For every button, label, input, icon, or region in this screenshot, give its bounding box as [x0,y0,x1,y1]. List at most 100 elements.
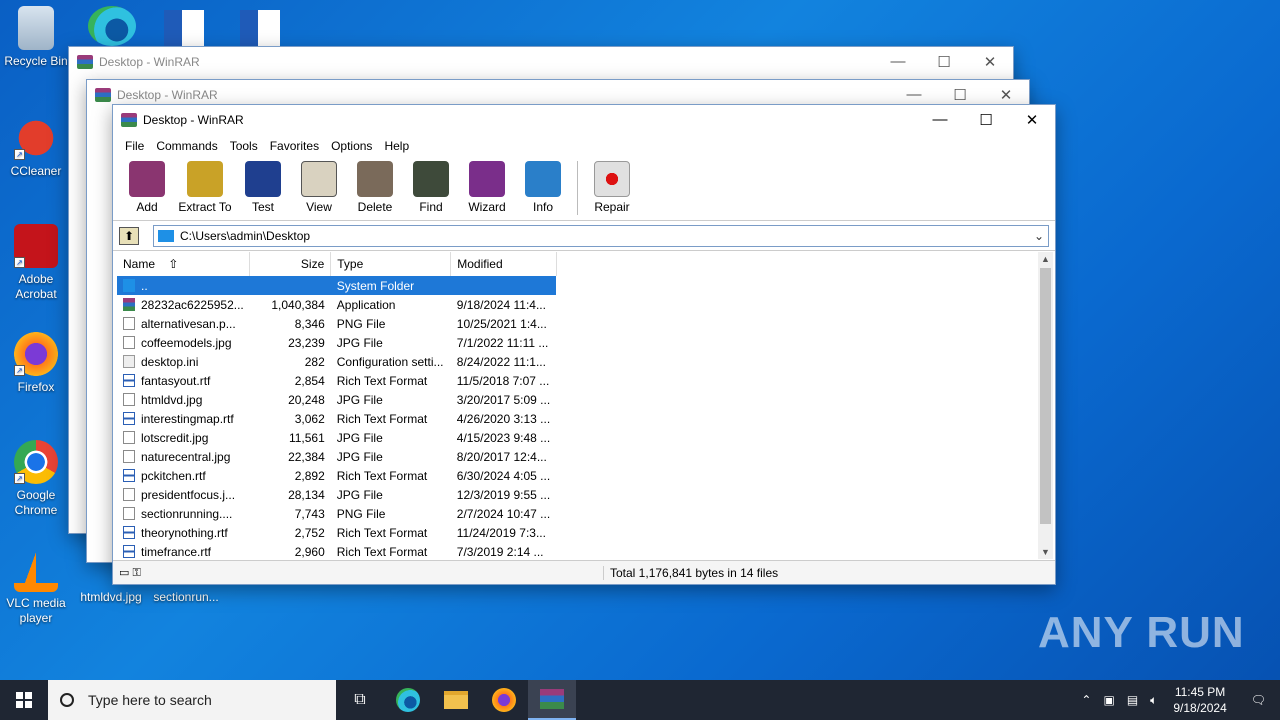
up-folder-button[interactable]: ⬆ [119,226,139,245]
path-text: C:\Users\admin\Desktop [180,228,311,243]
menu-file[interactable]: File [119,139,150,153]
edge-desktop-icon[interactable] [88,6,136,46]
status-text: Total 1,176,841 bytes in 14 files [603,565,778,580]
close-button[interactable]: ✕ [967,53,1013,71]
table-row[interactable]: desktop.ini 282 Configuration setti... 8/24… [117,352,556,371]
desktop-icon-vlc[interactable]: VLC media player [0,548,72,626]
network-icon[interactable]: ▣ [1097,693,1120,707]
button-label: View [306,200,332,214]
desktop-icon-ccleaner[interactable]: ↗ CCleaner [0,116,72,179]
scroll-up-arrow-icon[interactable]: ▲ [1038,254,1053,264]
column-header-name[interactable]: Name ⇧ [117,252,251,276]
wizard-button[interactable]: Wizard [459,161,515,214]
winrar-main-window[interactable]: Desktop - WinRAR — ☐ ✕ File Commands Tools… [112,104,1056,585]
table-row[interactable]: coffeemodels.jpg 23,239 JPG File 7/1/2022 1… [117,333,556,352]
button-label: Wizard [468,200,506,214]
title-bar[interactable]: Desktop - WinRAR — ☐ ✕ [69,47,1013,77]
image-file-icon [123,392,135,406]
maximize-button[interactable]: ☐ [963,111,1009,129]
column-header-modified[interactable]: Modified [450,252,557,276]
firefox-icon: ↗ [14,332,58,376]
find-button[interactable]: Find [403,161,459,214]
table-row[interactable]: presidentfocus.j... 28,134 JPG File 12/3/20… [117,485,556,504]
extract-to-button[interactable]: Extract To [175,161,235,214]
winrar-icon [121,113,137,127]
delete-button[interactable]: Delete [347,161,403,214]
repair-button[interactable]: Repair [584,161,640,214]
table-row[interactable]: alternativesan.p... 8,346 PNG File 10/25/20… [117,314,556,333]
minimize-button[interactable]: — [891,86,937,104]
image-file-icon [123,487,135,501]
table-row[interactable]: naturecentral.jpg 22,384 JPG File 8/20/2017… [117,447,556,466]
menu-options[interactable]: Options [325,139,378,153]
scrollbar-thumb[interactable] [1040,268,1051,524]
taskbar-firefox[interactable] [480,680,528,720]
test-button[interactable]: Test [235,161,291,214]
maximize-button[interactable]: ☐ [921,53,967,71]
desktop-icon-label: Adobe Acrobat [15,272,57,301]
desktop-icon-google-chrome[interactable]: ↗ Google Chrome [0,440,72,518]
menu-tools[interactable]: Tools [224,139,264,153]
desktop-icon-firefox[interactable]: ↗ Firefox [0,332,72,395]
taskbar-edge[interactable] [384,680,432,720]
desktop-icon-recycle-bin[interactable]: Recycle Bin [0,6,72,69]
desktop-icon-adobe-acrobat[interactable]: ↗ Adobe Acrobat [0,224,72,302]
menu-favorites[interactable]: Favorites [264,139,325,153]
table-row[interactable]: htmldvd.jpg 20,248 JPG File 3/20/2017 5:09 … [117,390,556,409]
notification-icon[interactable]: 🗨︎ [1237,693,1280,707]
table-row[interactable]: fantasyout.rtf 2,854 Rich Text Format 11/5/… [117,371,556,390]
table-row[interactable]: 28232ac6225952... 1,040,384 Application 9/1… [117,295,556,314]
window-title: Desktop - WinRAR [117,88,218,102]
column-header-row: Name ⇧ Size Type Modified [117,252,557,276]
desktop-icon-htmldvd[interactable]: htmldvd.jpg [75,590,147,605]
table-row[interactable]: pckitchen.rtf 2,892 Rich Text Format 6/30/2… [117,466,556,485]
close-button[interactable]: ✕ [983,86,1029,104]
menu-help[interactable]: Help [378,139,415,153]
minimize-button[interactable]: — [917,111,963,129]
table-row[interactable]: interestingmap.rtf 3,062 Rich Text Format 4… [117,409,556,428]
column-header-size[interactable]: Size [249,252,332,276]
winrar-file-icon [123,297,135,311]
table-row[interactable]: sectionrunning.... 7,743 PNG File 2/7/2024 … [117,504,556,523]
volume-icon[interactable]: 🔈︎ [1144,693,1163,708]
column-header-type[interactable]: Type [330,252,452,276]
menu-commands[interactable]: Commands [150,139,223,153]
acrobat-icon: ↗ [14,224,58,268]
desktop-icon-sectionrun[interactable]: sectionrun... [150,590,222,605]
chevron-up-icon[interactable]: ⌃ [1075,693,1097,707]
word-doc-desktop-icon[interactable] [240,10,280,46]
drive-key-icons[interactable]: ▭ ⚿ [113,566,603,580]
close-button[interactable]: ✕ [1009,111,1055,129]
windows-logo-icon [16,692,32,708]
taskbar: Type here to search ⧉ ⌃ ▣ ▤ 🔈︎ 11:45 PM … [0,680,1280,720]
file-list[interactable]: Name ⇧ Size Type Modified .. System Folde… [117,252,1039,559]
clock[interactable]: 11:45 PM 9/18/2024 [1163,684,1236,716]
toolbar-separator [577,161,578,215]
table-row[interactable]: lotscredit.jpg 11,561 JPG File 4/15/2023 9:… [117,428,556,447]
taskbar-file-explorer[interactable] [432,680,480,720]
minimize-button[interactable]: — [875,53,921,71]
task-view-button[interactable]: ⧉ [336,680,384,720]
table-row[interactable]: .. System Folder [117,276,557,295]
start-button[interactable] [0,680,48,720]
window-title: Desktop - WinRAR [99,55,200,69]
taskbar-winrar[interactable] [528,680,576,720]
watermark: ANY RUN [1038,608,1245,657]
table-row[interactable]: timefrance.rtf 2,960 Rich Text Format 7/3/2… [117,542,556,559]
taskbar-search[interactable]: Type here to search [48,680,336,720]
toolbar: Add Extract To Test View Delete Find Wiz… [113,157,1055,221]
add-button[interactable]: Add [119,161,175,214]
ethernet-icon[interactable]: ▤ [1121,693,1144,707]
vertical-scrollbar[interactable]: ▲ ▼ [1038,252,1053,559]
maximize-button[interactable]: ☐ [937,86,983,104]
info-button[interactable]: Info [515,161,571,214]
image-file-icon [123,335,135,349]
window-title: Desktop - WinRAR [143,113,244,127]
table-row[interactable]: theorynothing.rtf 2,752 Rich Text Format 11… [117,523,556,542]
view-button[interactable]: View [291,161,347,214]
scroll-down-arrow-icon[interactable]: ▼ [1038,547,1053,557]
path-dropdown[interactable]: C:\Users\admin\Desktop ⌄ [153,224,1049,247]
title-bar[interactable]: Desktop - WinRAR — ☐ ✕ [113,105,1055,135]
word-doc-desktop-icon[interactable] [164,10,204,46]
chevron-down-icon[interactable]: ⌄ [1030,229,1048,243]
